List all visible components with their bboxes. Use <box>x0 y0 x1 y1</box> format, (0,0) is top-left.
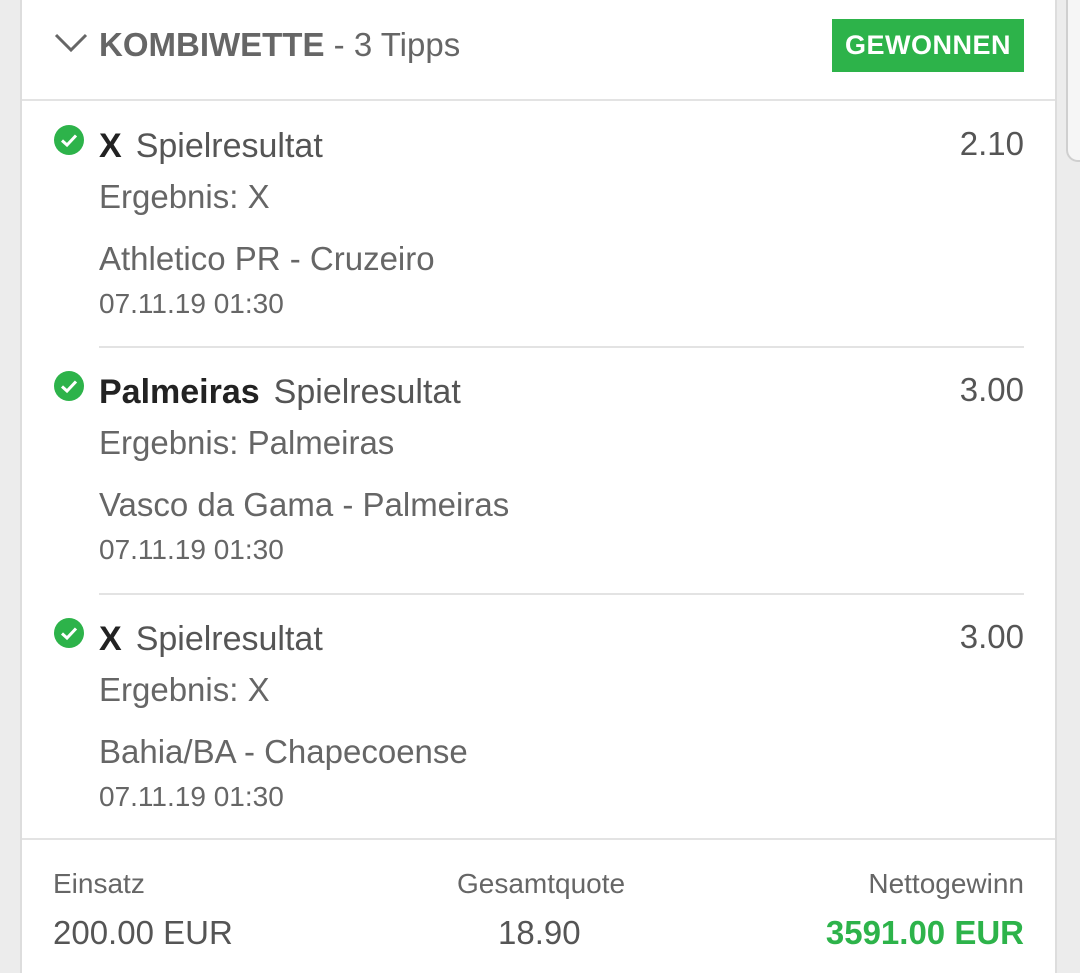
check-circle-icon <box>54 618 84 648</box>
tip-datetime: 07.11.19 01:30 <box>99 781 284 812</box>
check-circle-icon <box>54 371 84 401</box>
net-win-label: Nettogewinn <box>868 868 1024 899</box>
tip-result: Ergebnis: Palmeiras <box>99 424 395 461</box>
tip-odds: 2.10 <box>959 125 1024 162</box>
net-win-value: 3591.00 EUR <box>825 914 1024 951</box>
tip-odds: 3.00 <box>959 371 1024 408</box>
tip-odds: 3.00 <box>959 618 1024 655</box>
tip-selection: Palmeiras <box>99 373 260 411</box>
tip-market: Spielresultat <box>135 127 323 165</box>
tip-selection-line: X Spielresultat <box>99 127 323 166</box>
tip-selection: X <box>99 127 122 165</box>
total-odds-value: 18.90 <box>498 914 581 951</box>
tip-market: Spielresultat <box>273 373 461 411</box>
tip-selection-line: X Spielresultat <box>99 620 323 659</box>
tip-selection: X <box>99 620 122 658</box>
tip-item: X Spielresultat 3.00 Ergebnis: X Bahia/BA… <box>22 493 1055 812</box>
tip-result: Ergebnis: X <box>99 178 270 215</box>
tip-match: Bahia/BA - Chapecoense <box>99 733 468 770</box>
total-odds-label: Gesamtquote <box>457 868 626 899</box>
tip-selection-line: Palmeiras Spielresultat <box>99 373 461 412</box>
stake-value: 200.00 EUR <box>53 914 233 951</box>
stake-label: Einsatz <box>53 868 145 899</box>
scrollbar[interactable] <box>1066 0 1080 162</box>
bet-card: KOMBIWETTE - 3 Tipps GEWONNEN X Spielresu… <box>20 0 1057 973</box>
tip-market: Spielresultat <box>135 620 323 658</box>
check-circle-icon <box>54 125 84 155</box>
tip-item: X Spielresultat 2.10 Ergebnis: X Athletic… <box>22 0 1055 319</box>
tip-result: Ergebnis: X <box>99 671 270 708</box>
bet-summary: Einsatz 200.00 EUR Gesamtquote 18.90 Net… <box>22 838 1055 973</box>
tip-item: Palmeiras Spielresultat 3.00 Ergebnis: Pa… <box>22 246 1055 565</box>
